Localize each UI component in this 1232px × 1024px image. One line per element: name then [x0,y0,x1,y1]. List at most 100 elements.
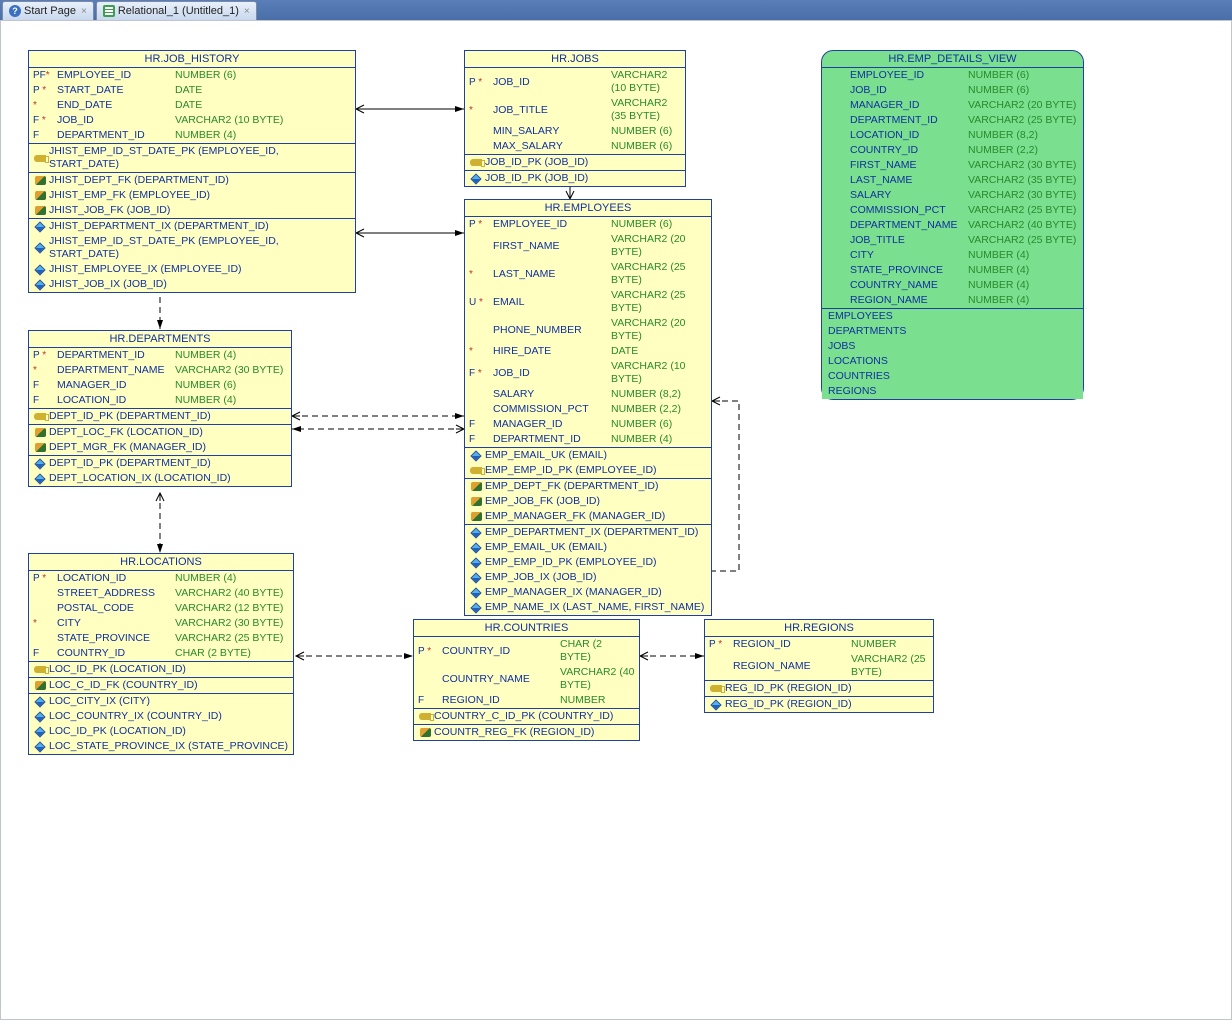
index-row: JHIST_JOB_IX (JOB_ID) [29,277,355,292]
entity-header[interactable]: HR.JOBS [465,51,685,68]
column-row: P *REGION_IDNUMBER [705,637,933,652]
column-row: JOB_IDNUMBER (6) [822,83,1083,98]
entity-job-history[interactable]: HR.JOB_HISTORYPF*EMPLOYEE_IDNUMBER (6)P … [28,50,356,293]
index-row: JHIST_EMP_FK (EMPLOYEE_ID) [29,188,355,203]
column-row: F DEPARTMENT_IDNUMBER (4) [465,432,711,447]
index-row: DEPT_ID_PK (DEPARTMENT_ID) [29,409,291,424]
column-row: REGION_NAMEVARCHAR2 (25 BYTE) [705,652,933,680]
tab-start-page[interactable]: ? Start Page × [2,1,94,20]
column-row: * DEPARTMENT_NAMEVARCHAR2 (30 BYTE) [29,363,291,378]
index-row: COUNTR_REG_FK (REGION_ID) [414,725,639,740]
tab-relational[interactable]: Relational_1 (Untitled_1) × [96,1,257,20]
column-row: F MANAGER_IDNUMBER (6) [465,417,711,432]
column-row: COUNTRY_IDNUMBER (2,2) [822,143,1083,158]
column-row: STATE_PROVINCENUMBER (4) [822,263,1083,278]
index-row: EMP_JOB_FK (JOB_ID) [465,494,711,509]
index-row: EMP_EMP_ID_PK (EMPLOYEE_ID) [465,555,711,570]
column-row: LOCATION_IDNUMBER (8,2) [822,128,1083,143]
column-row: F *JOB_IDVARCHAR2 (10 BYTE) [465,359,711,387]
column-row: F DEPARTMENT_IDNUMBER (4) [29,128,355,143]
column-row: * END_DATEDATE [29,98,355,113]
entity-jobs[interactable]: HR.JOBSP *JOB_IDVARCHAR2 (10 BYTE) * JOB… [464,50,686,187]
index-row: LOC_ID_PK (LOCATION_ID) [29,662,293,677]
entity-departments[interactable]: HR.DEPARTMENTSP *DEPARTMENT_IDNUMBER (4)… [28,330,292,487]
column-row: CITYNUMBER (4) [822,248,1083,263]
column-row: P *DEPARTMENT_IDNUMBER (4) [29,348,291,363]
column-row: SALARYNUMBER (8,2) [465,387,711,402]
entity-header[interactable]: HR.LOCATIONS [29,554,293,571]
close-icon[interactable]: × [244,6,250,17]
column-row: P *START_DATEDATE [29,83,355,98]
index-row: JHIST_JOB_FK (JOB_ID) [29,203,355,218]
column-row: EMPLOYEE_IDNUMBER (6) [822,68,1083,83]
column-row: MAX_SALARYNUMBER (6) [465,139,685,154]
column-row: DEPARTMENT_NAMEVARCHAR2 (40 BYTE) [822,218,1083,233]
column-row: MANAGER_IDVARCHAR2 (20 BYTE) [822,98,1083,113]
column-row: LAST_NAMEVARCHAR2 (35 BYTE) [822,173,1083,188]
index-row: EMP_EMAIL_UK (EMAIL) [465,448,711,463]
index-row: JHIST_EMPLOYEE_IX (EMPLOYEE_ID) [29,262,355,277]
column-row: SALARYVARCHAR2 (30 BYTE) [822,188,1083,203]
index-row: LOC_ID_PK (LOCATION_ID) [29,724,293,739]
entity-header[interactable]: HR.REGIONS [705,620,933,637]
column-row: COUNTRY_NAMENUMBER (4) [822,278,1083,293]
index-row: LOC_C_ID_FK (COUNTRY_ID) [29,678,293,693]
view-ref-row: LOCATIONS [822,354,1083,369]
column-row: P *LOCATION_IDNUMBER (4) [29,571,293,586]
index-row: JOB_ID_PK (JOB_ID) [465,171,685,186]
column-row: F COUNTRY_IDCHAR (2 BYTE) [29,646,293,661]
column-row: STREET_ADDRESSVARCHAR2 (40 BYTE) [29,586,293,601]
index-row: DEPT_LOC_FK (LOCATION_ID) [29,425,291,440]
index-row: EMP_JOB_IX (JOB_ID) [465,570,711,585]
entity-header[interactable]: HR.EMP_DETAILS_VIEW [822,51,1083,68]
column-row: * LAST_NAMEVARCHAR2 (25 BYTE) [465,260,711,288]
view-ref-row: JOBS [822,339,1083,354]
entity-employees[interactable]: HR.EMPLOYEESP *EMPLOYEE_IDNUMBER (6) FIR… [464,199,712,616]
index-row: EMP_MANAGER_IX (MANAGER_ID) [465,585,711,600]
index-row: JHIST_EMP_ID_ST_DATE_PK (EMPLOYEE_ID, ST… [29,234,355,262]
column-row: DEPARTMENT_IDVARCHAR2 (25 BYTE) [822,113,1083,128]
entity-regions[interactable]: HR.REGIONSP *REGION_IDNUMBER REGION_NAME… [704,619,934,713]
help-icon: ? [9,5,21,17]
column-row: P *COUNTRY_IDCHAR (2 BYTE) [414,637,639,665]
column-row: COMMISSION_PCTNUMBER (2,2) [465,402,711,417]
view-ref-row: COUNTRIES [822,369,1083,384]
diagram-canvas[interactable]: HR.JOB_HISTORYPF*EMPLOYEE_IDNUMBER (6)P … [0,20,1232,1020]
index-row: JOB_ID_PK (JOB_ID) [465,155,685,170]
column-row: COMMISSION_PCTVARCHAR2 (25 BYTE) [822,203,1083,218]
column-row: U *EMAILVARCHAR2 (25 BYTE) [465,288,711,316]
column-row: FIRST_NAMEVARCHAR2 (20 BYTE) [465,232,711,260]
view-ref-row: REGIONS [822,384,1083,399]
database-icon [103,5,115,17]
index-row: EMP_EMAIL_UK (EMAIL) [465,540,711,555]
entity-locations[interactable]: HR.LOCATIONSP *LOCATION_IDNUMBER (4) STR… [28,553,294,755]
column-row: POSTAL_CODEVARCHAR2 (12 BYTE) [29,601,293,616]
column-row: P *JOB_IDVARCHAR2 (10 BYTE) [465,68,685,96]
index-row: EMP_DEPT_FK (DEPARTMENT_ID) [465,479,711,494]
tab-bar: ? Start Page × Relational_1 (Untitled_1)… [0,0,1232,20]
column-row: F REGION_IDNUMBER [414,693,639,708]
column-row: * CITYVARCHAR2 (30 BYTE) [29,616,293,631]
tab-label: Start Page [24,5,76,17]
index-row: DEPT_LOCATION_IX (LOCATION_ID) [29,471,291,486]
index-row: EMP_EMP_ID_PK (EMPLOYEE_ID) [465,463,711,478]
entity-header[interactable]: HR.DEPARTMENTS [29,331,291,348]
index-row: DEPT_MGR_FK (MANAGER_ID) [29,440,291,455]
column-row: COUNTRY_NAMEVARCHAR2 (40 BYTE) [414,665,639,693]
column-row: * JOB_TITLEVARCHAR2 (35 BYTE) [465,96,685,124]
entity-header[interactable]: HR.COUNTRIES [414,620,639,637]
index-row: JHIST_DEPARTMENT_IX (DEPARTMENT_ID) [29,219,355,234]
column-row: F LOCATION_IDNUMBER (4) [29,393,291,408]
close-icon[interactable]: × [81,6,87,17]
index-row: COUNTRY_C_ID_PK (COUNTRY_ID) [414,709,639,724]
column-row: REGION_NAMENUMBER (4) [822,293,1083,308]
column-row: * HIRE_DATEDATE [465,344,711,359]
index-row: REG_ID_PK (REGION_ID) [705,681,933,696]
entity-emp-details-view[interactable]: HR.EMP_DETAILS_VIEW EMPLOYEE_IDNUMBER (6… [821,50,1084,400]
entity-header[interactable]: HR.JOB_HISTORY [29,51,355,68]
column-row: PHONE_NUMBERVARCHAR2 (20 BYTE) [465,316,711,344]
index-row: LOC_CITY_IX (CITY) [29,694,293,709]
entity-countries[interactable]: HR.COUNTRIESP *COUNTRY_IDCHAR (2 BYTE) C… [413,619,640,741]
column-row: JOB_TITLEVARCHAR2 (25 BYTE) [822,233,1083,248]
entity-header[interactable]: HR.EMPLOYEES [465,200,711,217]
